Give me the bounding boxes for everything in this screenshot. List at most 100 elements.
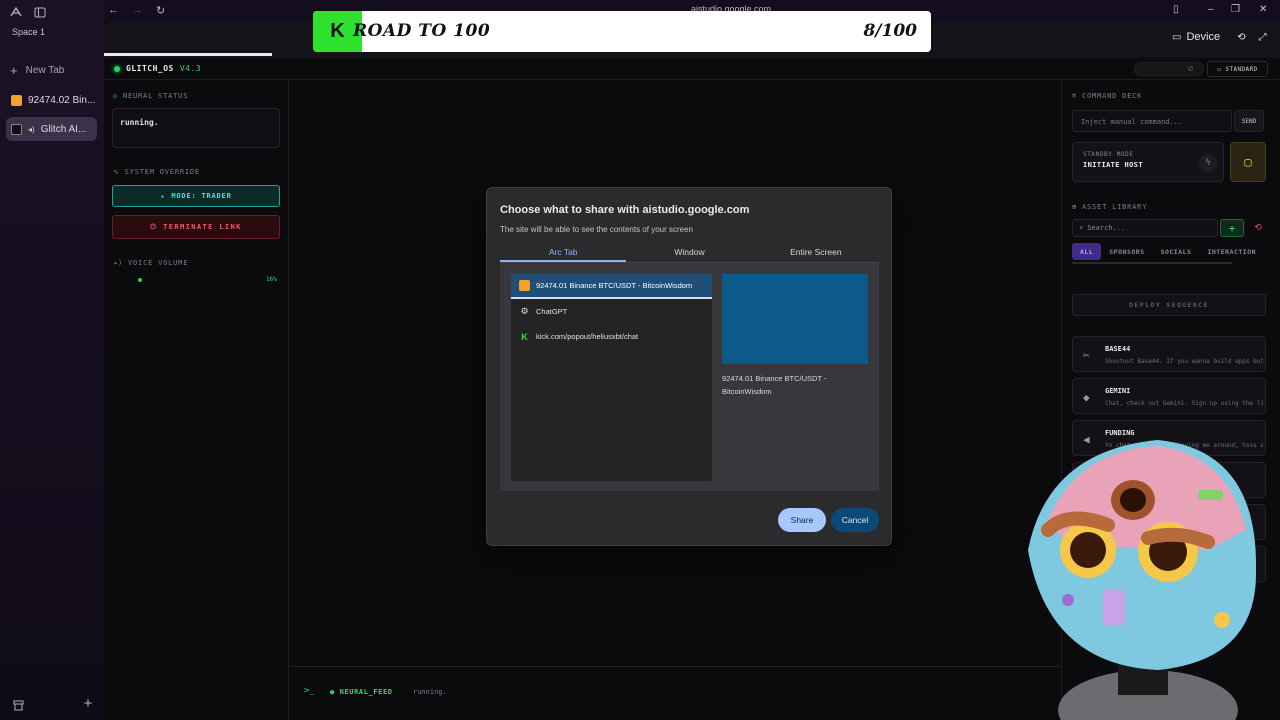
filter-tab-all[interactable]: ALL <box>1072 243 1102 260</box>
voice-volume-title-text: VOICE VOLUME <box>128 259 189 267</box>
browser-sidebar: Space 1 + New Tab 92474.02 Bin... ◂) Gli… <box>0 0 104 720</box>
close-window-icon[interactable]: ✕ <box>1259 4 1267 15</box>
send-button[interactable]: SEND <box>1234 110 1264 132</box>
new-tab-button[interactable]: + New Tab <box>10 63 64 78</box>
road-to-100-banner: K ROAD TO 100 8/100 <box>313 11 931 52</box>
command-deck-title-text: COMMAND DECK <box>1082 92 1143 100</box>
deploy-sequence-button[interactable]: DEPLOY SEQUENCE <box>1072 294 1266 316</box>
left-panel: ◎ NEURAL STATUS running. ∿ SYSTEM OVERRI… <box>104 80 289 720</box>
delete-icon[interactable]: ⟲ <box>1248 219 1268 237</box>
add-asset-button[interactable]: + <box>1220 219 1244 237</box>
command-icon: ⌘ <box>1072 92 1078 100</box>
neural-status-box: running. <box>112 108 280 148</box>
cancel-button[interactable]: Cancel <box>831 508 879 532</box>
list-item-kick-chat[interactable]: K kick.com/popout/heliusxbt/chat <box>511 324 712 349</box>
tab-entire-screen[interactable]: Entire Screen <box>753 244 879 262</box>
sidebar-tab-glitch[interactable]: ◂) Glitch AI... <box>6 117 97 141</box>
share-source-tabs: Arc Tab Window Entire Screen <box>500 244 879 263</box>
mode-trader-button[interactable]: ▴ MODE: TRADER <box>112 185 280 207</box>
standard-button[interactable]: ▭ STANDARD <box>1207 61 1268 77</box>
chat-bubble-icon[interactable]: ▢ <box>1230 142 1266 182</box>
list-item-label: ChatGPT <box>536 307 568 316</box>
volume-icon: ◂) <box>113 259 124 267</box>
device-label: Device <box>1186 31 1221 43</box>
search-placeholder: Search... <box>1087 224 1126 232</box>
brand-version: V4.3 <box>179 64 202 73</box>
filter-scrollbar[interactable] <box>1072 262 1232 264</box>
tools-icon: ✂ <box>1083 349 1090 362</box>
command-deck-title: ⌘ COMMAND DECK <box>1072 92 1142 100</box>
filter-tab-interaction[interactable]: INTERACTION <box>1199 243 1264 260</box>
system-override-title: ∿ SYSTEM OVERRIDE <box>113 168 200 176</box>
share-button[interactable]: Share <box>778 508 826 532</box>
archive-icon[interactable] <box>10 697 26 713</box>
share-preview-thumbnail <box>722 274 868 364</box>
pulse-icon: ∿ <box>113 168 120 176</box>
loading-progress-bar <box>104 53 272 56</box>
brand-name: GLITCH_OS <box>126 64 174 73</box>
asset-title: GEMINI <box>1105 387 1131 395</box>
chatgpt-icon: ⚙ <box>520 306 529 316</box>
back-icon[interactable]: ← <box>108 4 119 16</box>
command-placeholder: Inject manual command... <box>1081 118 1183 126</box>
arc-logo-icon[interactable] <box>8 4 24 20</box>
mic-off-icon: ⊘ <box>1187 64 1194 73</box>
online-status-icon <box>114 65 120 72</box>
asset-search-input[interactable]: ⌕ Search... <box>1072 219 1218 237</box>
new-tab-label: New Tab <box>25 65 65 76</box>
bolt-icon[interactable]: ϟ <box>1199 154 1217 172</box>
neural-status-title: ◎ NEURAL STATUS <box>113 92 188 100</box>
reload-icon[interactable]: ↻ <box>156 4 165 17</box>
aistudio-favicon-icon <box>11 123 22 135</box>
plus-icon: + <box>10 63 18 78</box>
fullscreen-icon[interactable]: ⤢ <box>1258 32 1266 43</box>
standby-card[interactable]: STANDBY MODE INITIATE HOST ϟ <box>1072 142 1224 182</box>
gem-icon: ◆ <box>1083 391 1090 404</box>
signal-icon: ▴ <box>160 192 166 200</box>
neural-status-text: running. <box>120 118 159 127</box>
volume-slider-thumb[interactable] <box>138 278 142 282</box>
target-icon: ◎ <box>113 92 119 100</box>
refresh-icon[interactable]: ⟲ <box>1237 32 1245 43</box>
list-item-label: kick.com/popout/heliusxbt/chat <box>536 332 639 341</box>
list-item-label: 92474.01 Binance BTC/USDT - BitcoinWisdo… <box>536 281 693 290</box>
maximize-icon[interactable]: ❐ <box>1231 4 1240 15</box>
sidebar-toggle-icon[interactable] <box>32 4 48 20</box>
filter-tab-sponsors[interactable]: SPONSORS <box>1101 243 1152 260</box>
split-view-icon[interactable]: ▯ <box>1173 4 1179 15</box>
minimize-icon[interactable]: – <box>1208 4 1214 15</box>
asset-card-base44[interactable]: ✂ BASE44 Shoutout Base44. If you wanna b… <box>1072 336 1266 372</box>
initiate-host-label: INITIATE HOST <box>1083 161 1143 169</box>
standard-label: STANDARD <box>1225 65 1258 73</box>
tab-label: Glitch AI... <box>40 123 87 135</box>
feed-label: ● NEURAL_FEED <box>330 688 393 696</box>
forward-icon[interactable]: → <box>132 4 143 16</box>
asset-card-gemini[interactable]: ◆ GEMINI Chat, check out Gemini. Sign up… <box>1072 378 1266 414</box>
device-button[interactable]: ▭ Device ⟲ ⤢ <box>1172 31 1266 43</box>
brand: GLITCH_OS V4.3 <box>114 64 201 73</box>
tab-arc-tab[interactable]: Arc Tab <box>500 244 627 262</box>
binance-chart-icon <box>11 94 22 106</box>
voice-volume-title: ◂) VOICE VOLUME <box>113 259 188 267</box>
command-input[interactable]: Inject manual command... <box>1072 110 1232 132</box>
device-icon: ▭ <box>1172 31 1182 43</box>
tab-window[interactable]: Window <box>626 244 752 262</box>
speaker-icon: ◂) <box>28 124 35 134</box>
preview-caption: 92474.01 Binance BTC/USDT - BitcoinWisdo… <box>722 374 827 396</box>
filter-tab-socials[interactable]: SOCIALS <box>1153 243 1200 260</box>
asset-title: BASE44 <box>1105 345 1131 353</box>
asset-desc: Shoutout Base44. If you wanna build apps… <box>1105 358 1263 365</box>
neural-feed-bar: >_ ● NEURAL_FEED running. <box>290 666 1060 720</box>
share-source-body: 92474.01 Binance BTC/USDT - BitcoinWisdo… <box>500 263 879 491</box>
tab-label: 92474.02 Bin... <box>28 94 96 106</box>
sidebar-tab-binance[interactable]: 92474.02 Bin... <box>6 88 97 112</box>
mute-toggle[interactable]: ⊘ <box>1134 62 1204 76</box>
add-space-icon[interactable]: + <box>80 695 96 712</box>
list-item-binance[interactable]: 92474.01 Binance BTC/USDT - BitcoinWisdo… <box>511 274 712 299</box>
standby-label: STANDBY MODE <box>1083 151 1134 158</box>
terminal-prompt-icon: >_ <box>304 686 315 696</box>
asset-desc: Chat, check out Gemini. Sign up using th… <box>1105 400 1263 407</box>
list-item-chatgpt[interactable]: ⚙ ChatGPT <box>511 299 712 324</box>
terminate-link-button[interactable]: ⏻ TERMINATE LINK <box>112 215 280 239</box>
streamer-avatar-image <box>1028 440 1257 720</box>
